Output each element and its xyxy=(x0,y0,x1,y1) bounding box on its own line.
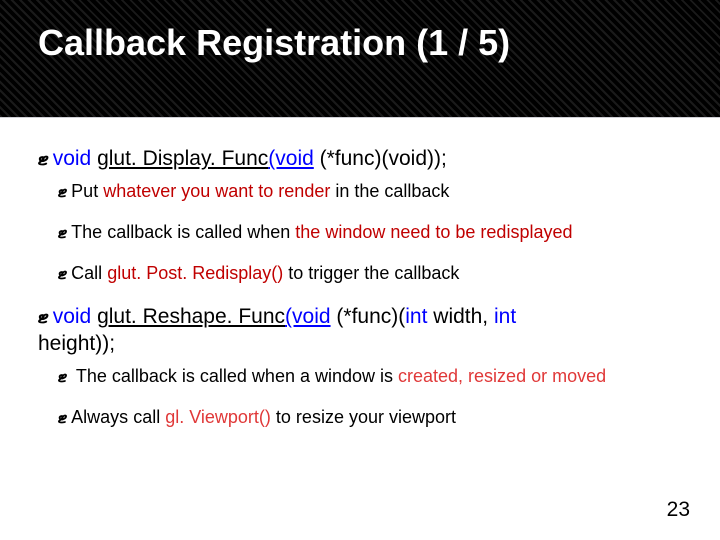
bullet-1: ޓvoid glut. Display. Func(void (*func)(v… xyxy=(38,145,682,285)
bullet-icon: ޓ xyxy=(58,262,67,285)
sub-2-1: ޓ The callback is called when a window i… xyxy=(58,365,682,388)
bullet-1-line: ޓvoid glut. Display. Func(void (*func)(v… xyxy=(38,145,682,172)
sig-void: (void xyxy=(285,305,331,328)
kw-void: void xyxy=(53,305,92,328)
slide: Callback Registration (1 / 5) ޓvoid glut… xyxy=(0,0,720,540)
sub-1-2: ޓThe callback is called when the window … xyxy=(58,221,682,244)
content-area: ޓvoid glut. Display. Func(void (*func)(v… xyxy=(38,145,682,447)
kw-int: int xyxy=(494,305,516,328)
bullet-2-line: ޓvoid glut. Reshape. Func(void (*func)(i… xyxy=(38,303,682,357)
bullet-1-subs: ޓPut whatever you want to render in the … xyxy=(58,180,682,285)
bullet-icon: ޓ xyxy=(38,303,49,329)
slide-title: Callback Registration (1 / 5) xyxy=(38,22,510,64)
bullet-2-subs: ޓ The callback is called when a window i… xyxy=(58,365,682,429)
em: created, resized or moved xyxy=(398,366,606,386)
t: Always call xyxy=(71,407,165,427)
em: the window need to be redisplayed xyxy=(295,222,572,242)
t: height)); xyxy=(38,332,115,355)
bullet-icon: ޓ xyxy=(58,406,67,429)
func-name: glut. Display. Func xyxy=(97,147,268,170)
sig-tail: (*func)(void)); xyxy=(314,147,447,170)
bullet-icon: ޓ xyxy=(38,145,49,171)
sub-1-1: ޓPut whatever you want to render in the … xyxy=(58,180,682,203)
kw-int: int xyxy=(405,305,427,328)
t: in the callback xyxy=(330,181,449,201)
t: to resize your viewport xyxy=(271,407,456,427)
sig-void: (void xyxy=(268,147,314,170)
title-bar: Callback Registration (1 / 5) xyxy=(0,0,720,118)
em: glut. Post. Redisplay() xyxy=(107,263,283,283)
func-name: glut. Reshape. Func xyxy=(97,305,285,328)
t: The callback is called when xyxy=(71,222,295,242)
bullet-2: ޓvoid glut. Reshape. Func(void (*func)(i… xyxy=(38,303,682,429)
sub-1-3: ޓCall glut. Post. Redisplay() to trigger… xyxy=(58,262,682,285)
t: width, xyxy=(427,305,494,328)
t: (*func)( xyxy=(331,305,406,328)
t: Call xyxy=(71,263,107,283)
em: gl. Viewport() xyxy=(165,407,271,427)
em: whatever you want to render xyxy=(103,181,330,201)
bullet-icon: ޓ xyxy=(58,365,67,388)
kw-void: void xyxy=(53,147,92,170)
t: Put xyxy=(71,181,103,201)
t: The callback is called when a window is xyxy=(71,366,398,386)
page-number: 23 xyxy=(667,498,690,522)
sub-2-2: ޓAlways call gl. Viewport() to resize yo… xyxy=(58,406,682,429)
t: to trigger the callback xyxy=(283,263,459,283)
bullet-icon: ޓ xyxy=(58,221,67,244)
bullet-icon: ޓ xyxy=(58,180,67,203)
